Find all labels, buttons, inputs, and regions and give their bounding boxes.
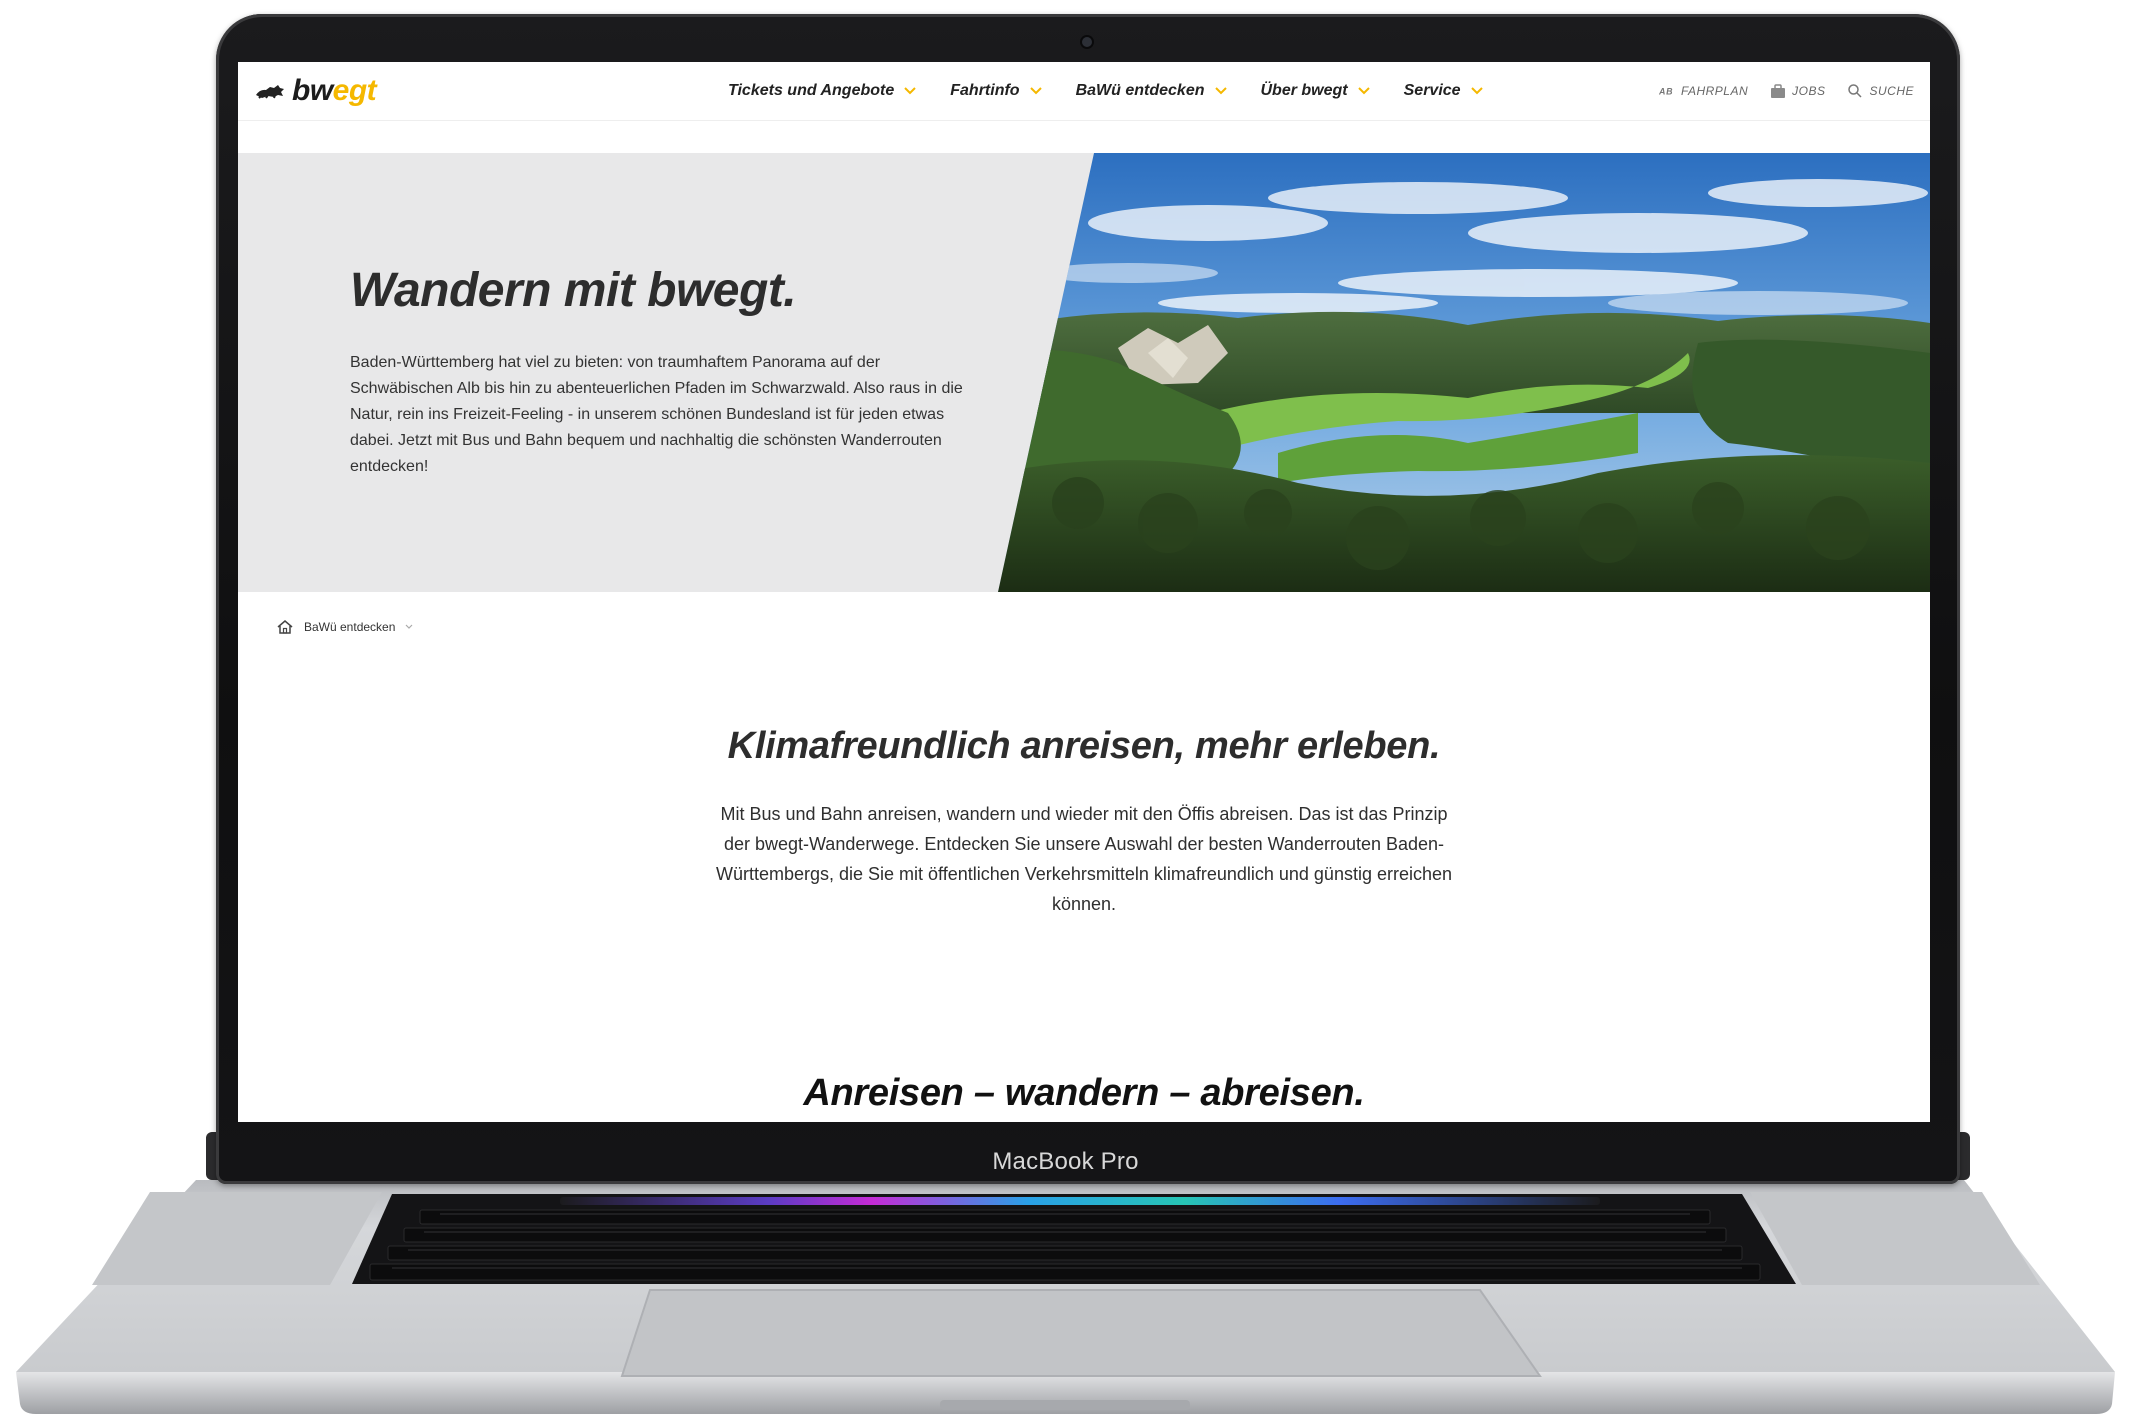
device-mockup: MacBook Pro bwegt Tickets und Angebote F… xyxy=(0,0,2131,1420)
fahrplan-label: FAHRPLAN xyxy=(1681,84,1749,98)
subsection-title: Anreisen – wandern – abreisen. xyxy=(803,1072,1365,1114)
chevron-down-icon xyxy=(1357,87,1370,95)
breadcrumb-item[interactable]: BaWü entdecken xyxy=(304,620,395,634)
search-label: SUCHE xyxy=(1869,84,1914,98)
site-header: bwegt Tickets und Angebote Fahrtinfo BaW… xyxy=(238,62,1930,121)
briefcase-icon xyxy=(1771,84,1786,98)
nav-bawue-label: BaWü entdecken xyxy=(1075,82,1205,99)
hero-section: Wandern mit bwegt. Baden-Württemberg hat… xyxy=(238,153,1930,592)
nav-fahrtinfo[interactable]: Fahrtinfo xyxy=(950,82,1042,100)
main-navigation: Tickets und Angebote Fahrtinfo BaWü entd… xyxy=(728,62,1483,120)
section-description: Mit Bus und Bahn anreisen, wandern und w… xyxy=(715,804,1453,914)
device-label: MacBook Pro xyxy=(992,1148,1139,1175)
lion-logo-icon xyxy=(256,85,284,99)
search-icon xyxy=(1848,84,1863,98)
chevron-down-icon xyxy=(405,624,413,629)
nav-fahrtinfo-label: Fahrtinfo xyxy=(950,82,1020,99)
route-ab-icon: A B xyxy=(1659,87,1673,97)
hero-text: Wandern mit bwegt. Baden-Württemberg hat… xyxy=(350,263,980,480)
logo-text-egt: egt xyxy=(332,74,377,107)
jobs-label: JOBS xyxy=(1792,84,1826,98)
chevron-down-icon xyxy=(1029,87,1042,95)
nav-service[interactable]: Service xyxy=(1404,82,1483,100)
nav-ueber-label: Über bwegt xyxy=(1260,82,1348,99)
hero-title: Wandern mit bwegt. xyxy=(350,264,797,317)
utility-navigation: A B FAHRPLAN JOBS SUCHE xyxy=(1659,62,1914,120)
webcam xyxy=(1082,37,1092,47)
nav-bawue-entdecken[interactable]: BaWü entdecken xyxy=(1076,82,1227,100)
fahrplan-link[interactable]: A B FAHRPLAN xyxy=(1659,83,1748,99)
browser-screen: bwegt Tickets und Angebote Fahrtinfo BaW… xyxy=(238,62,1930,1122)
logo-text-bw: bw xyxy=(292,74,333,107)
svg-text:A: A xyxy=(1659,87,1666,97)
nav-service-label: Service xyxy=(1403,82,1461,99)
search-link[interactable]: SUCHE xyxy=(1847,83,1914,99)
site-logo[interactable]: bwegt xyxy=(254,74,377,108)
home-icon[interactable] xyxy=(276,618,294,636)
hero-description: Baden-Württemberg hat viel zu bieten: vo… xyxy=(350,354,963,475)
svg-text:B: B xyxy=(1666,87,1673,97)
jobs-link[interactable]: JOBS xyxy=(1770,83,1825,99)
nav-ueber-bwegt[interactable]: Über bwegt xyxy=(1261,82,1370,100)
section-title: Klimafreundlich anreisen, mehr erleben. xyxy=(727,725,1441,767)
chevron-down-icon xyxy=(1214,87,1227,95)
nav-tickets-label: Tickets und Angebote xyxy=(728,82,895,99)
chevron-down-icon xyxy=(904,87,916,95)
nav-tickets[interactable]: Tickets und Angebote xyxy=(728,82,916,100)
hero-landscape-image xyxy=(998,153,1930,592)
chevron-down-icon xyxy=(1470,87,1483,95)
breadcrumb: BaWü entdecken xyxy=(276,618,413,636)
